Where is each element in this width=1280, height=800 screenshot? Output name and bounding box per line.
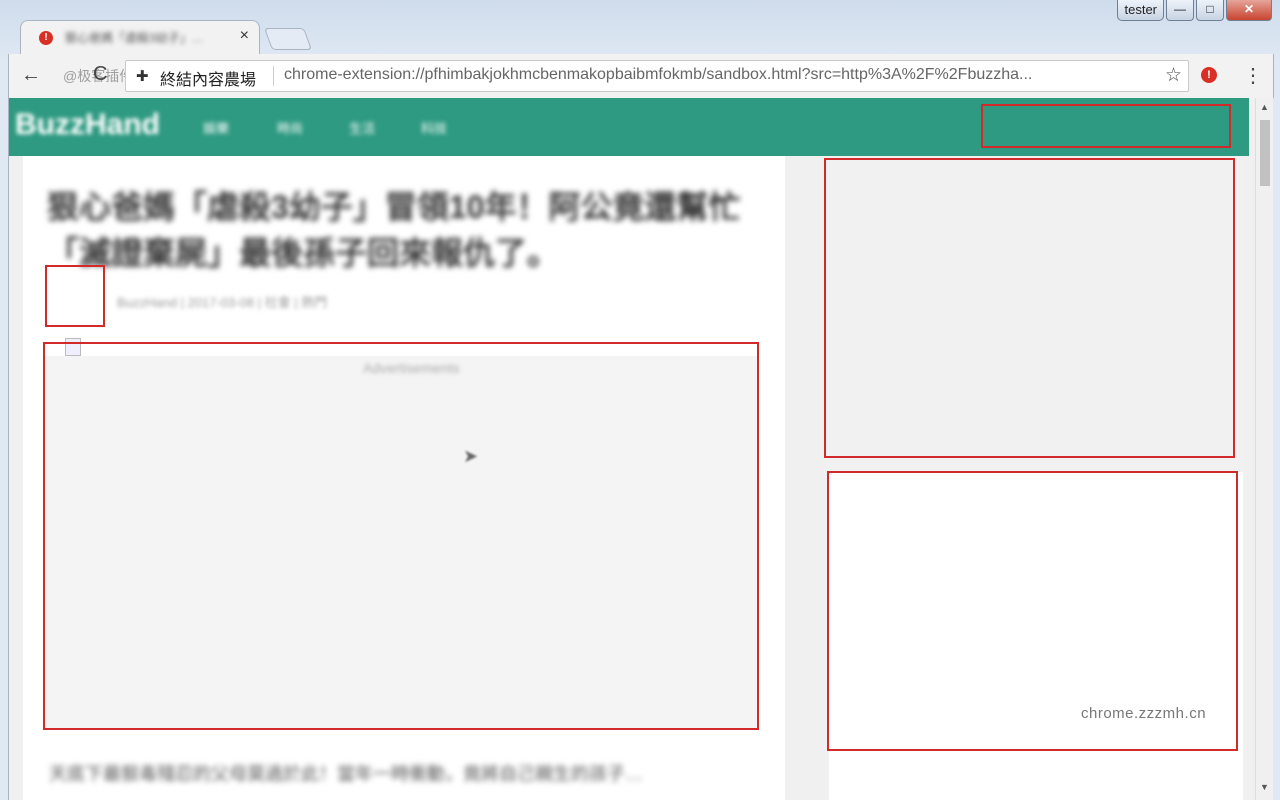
window-controls: tester — □ ✕ xyxy=(1117,0,1272,21)
extension-name: 終結內容農場 xyxy=(160,72,257,89)
blocked-element-outline xyxy=(981,104,1231,148)
scroll-down-icon[interactable]: ▼ xyxy=(1260,782,1269,792)
address-bar[interactable]: ✚ 終結內容農場 chrome-extension://pfhimbakjokh… xyxy=(125,60,1189,92)
vertical-scrollbar[interactable]: ▲ ▼ xyxy=(1255,98,1273,800)
puzzle-piece-icon: ✚ xyxy=(136,68,149,85)
nav-item[interactable]: 時尚 xyxy=(277,118,303,137)
browser-toolbar: ← @极客插件 C ✚ 終結內容農場 chrome-extension://pf… xyxy=(8,54,1274,98)
nav-item[interactable]: 生活 xyxy=(349,118,375,137)
new-tab-button[interactable] xyxy=(263,28,313,50)
tab-close-icon[interactable]: × xyxy=(240,27,249,45)
article-headline: 狠心爸媽「虐殺3幼子」冒領10年！阿公竟還幫忙「滅證棄屍」最後孫子回來報仇了。 xyxy=(47,189,741,271)
article-meta: BuzzHand | 2017-03-08 | 社會 | 熱門 xyxy=(117,295,328,310)
back-arrow-icon[interactable]: ← xyxy=(21,64,41,87)
browser-window: tester — □ ✕ ! 狠心爸媽「虐殺3幼子」… × ← @极客插件 C … xyxy=(0,0,1280,800)
extension-warning-icon[interactable]: ! xyxy=(1201,67,1217,83)
nav-item[interactable]: 娛樂 xyxy=(203,118,229,137)
close-window-button[interactable]: ✕ xyxy=(1226,0,1272,21)
nav-item[interactable]: 科技 xyxy=(421,118,447,137)
tab-title: 狠心爸媽「虐殺3幼子」… xyxy=(65,31,204,45)
minimize-button[interactable]: — xyxy=(1166,0,1194,21)
menu-icon[interactable]: ⋮ xyxy=(1243,63,1263,88)
blocked-element-outline xyxy=(824,158,1235,458)
url-text[interactable]: chrome-extension://pfhimbakjokhmcbenmako… xyxy=(284,66,1154,84)
scroll-up-icon[interactable]: ▲ xyxy=(1260,102,1269,112)
blocked-element-outline xyxy=(45,265,105,327)
profile-button[interactable]: tester xyxy=(1117,0,1164,21)
scroll-thumb[interactable] xyxy=(1260,120,1270,186)
reload-icon[interactable]: C xyxy=(93,63,107,86)
watermark-text: chrome.zzzmh.cn xyxy=(1081,705,1207,722)
maximize-button[interactable]: □ xyxy=(1196,0,1224,21)
page-viewport: BuzzHand 娛樂 時尚 生活 科技 狠心爸媽「虐殺3幼子」冒領10年！阿公… xyxy=(8,98,1273,800)
bookmark-star-icon[interactable]: ☆ xyxy=(1165,64,1182,87)
warning-icon: ! xyxy=(39,31,53,45)
site-logo[interactable]: BuzzHand xyxy=(15,108,160,142)
divider xyxy=(273,66,274,86)
article-body-text: 天底下最狠毒殘忍的父母莫過於此！當年一時衝動，竟將自己親生的孩子… xyxy=(49,764,643,784)
blocked-element-outline xyxy=(43,342,759,730)
browser-tab[interactable]: ! 狠心爸媽「虐殺3幼子」… × xyxy=(20,20,260,55)
